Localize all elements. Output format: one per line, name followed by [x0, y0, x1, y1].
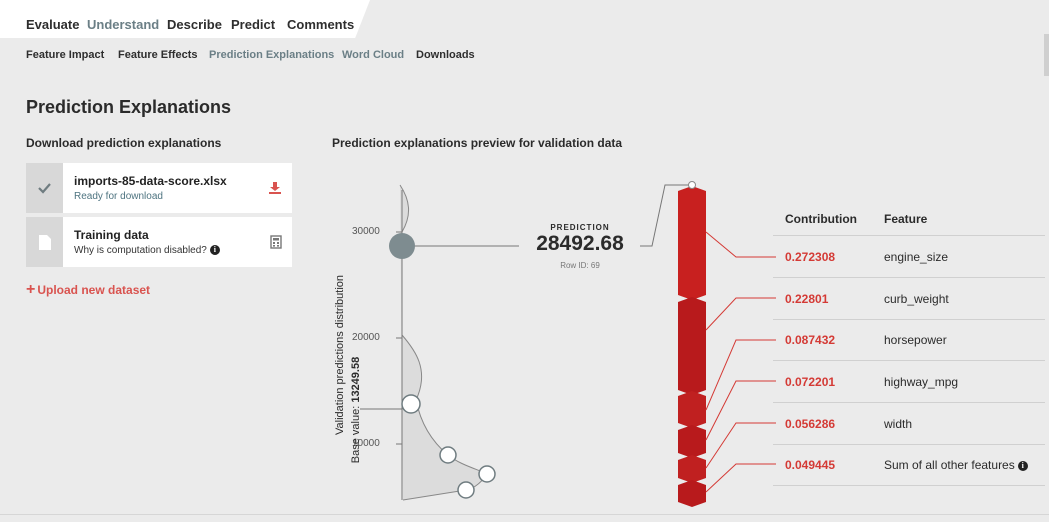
check-icon — [38, 183, 51, 194]
contribution-value: 0.056286 — [785, 417, 836, 431]
table-divider — [773, 360, 1045, 361]
table-divider — [773, 402, 1045, 403]
contribution-segment-other — [678, 480, 706, 507]
info-icon[interactable]: i — [1017, 460, 1028, 471]
table-divider — [773, 277, 1045, 278]
base-value: Base value: 13249.58 — [350, 357, 362, 463]
feature-header: Feature — [884, 212, 928, 226]
contribution-segment-engine-size — [678, 186, 706, 300]
contribution-value: 0.087432 — [785, 333, 836, 347]
table-divider — [773, 319, 1045, 320]
card-help-text: Why is computation disabled? i — [74, 245, 220, 256]
contribution-segment-width — [678, 455, 706, 483]
base-value-number: 13249.58 — [350, 356, 362, 403]
download-icon[interactable] — [268, 181, 282, 195]
page-title: Prediction Explanations — [26, 97, 232, 117]
document-icon — [39, 235, 51, 250]
upload-new-dataset-link[interactable]: + Upload new dataset — [26, 281, 150, 299]
card-title: Training data — [74, 228, 149, 242]
card-status: Ready for download — [74, 191, 163, 202]
feature-name-other: Sum of all other features i — [884, 458, 1028, 472]
top-tab-bar: Evaluate Understand Describe Predict Com… — [0, 0, 1049, 38]
download-heading: Download prediction explanations — [26, 136, 222, 150]
bottom-divider — [0, 514, 1049, 515]
prediction-value: 28492.68 — [536, 232, 624, 255]
info-icon[interactable]: i — [209, 245, 220, 256]
contribution-value: 0.049445 — [785, 458, 836, 472]
y-tick-label: 30000 — [352, 226, 380, 237]
y-axis-label: Validation predictions distribution — [334, 275, 346, 435]
preview-heading: Prediction explanations preview for vali… — [332, 136, 623, 150]
distribution-point — [457, 481, 475, 499]
y-axis-label-text: Validation predictions distribution — [334, 275, 346, 435]
plus-icon: + — [26, 281, 36, 298]
calculator-icon[interactable] — [270, 235, 282, 249]
prediction-to-bar-connector — [640, 184, 692, 247]
card-status-strip — [26, 163, 63, 213]
feature-name: Sum of all other features — [884, 458, 1015, 472]
contribution-value: 0.272308 — [785, 250, 836, 264]
subtab-feature-impact[interactable]: Feature Impact — [26, 49, 104, 61]
feature-name: curb_weight — [884, 292, 949, 306]
subtab-prediction-explanations[interactable]: Prediction Explanations — [209, 49, 334, 61]
contribution-value: 0.072201 — [785, 375, 836, 389]
contribution-segment-highway-mpg — [678, 425, 706, 458]
distribution-point — [401, 394, 421, 414]
distribution-point — [439, 446, 457, 464]
contribution-header: Contribution — [785, 212, 857, 226]
contribution-segment-curb-weight — [678, 297, 706, 395]
feature-name: engine_size — [884, 250, 949, 264]
tab-comments[interactable]: Comments — [287, 17, 354, 32]
distribution-point — [478, 465, 496, 483]
subtab-downloads[interactable]: Downloads — [416, 49, 475, 61]
subtab-word-cloud[interactable]: Word Cloud — [342, 49, 404, 61]
row-id: Row ID: 69 — [560, 261, 600, 270]
contribution-segment-horsepower — [678, 391, 706, 428]
feature-name: horsepower — [884, 333, 947, 347]
prediction-point — [389, 233, 415, 259]
tab-understand[interactable]: Understand — [87, 17, 159, 32]
bar-top-marker — [688, 181, 696, 189]
tab-evaluate[interactable]: Evaluate — [26, 17, 79, 32]
scrollbar-thumb[interactable] — [1044, 34, 1049, 76]
subtab-feature-effects[interactable]: Feature Effects — [118, 49, 197, 61]
card-status-strip — [26, 217, 63, 267]
feature-name: highway_mpg — [884, 375, 959, 389]
tab-predict[interactable]: Predict — [231, 17, 275, 32]
table-divider — [773, 485, 1045, 486]
download-card-training[interactable]: Training data Why is computation disable… — [26, 217, 292, 267]
prediction-label: PREDICTION — [550, 223, 610, 232]
download-card-scored[interactable]: imports-85-data-score.xlsx Ready for dow… — [26, 163, 292, 213]
tab-describe[interactable]: Describe — [167, 17, 222, 32]
help-text: Why is computation disabled? — [74, 245, 207, 256]
card-title: imports-85-data-score.xlsx — [74, 174, 227, 188]
contribution-value: 0.22801 — [785, 292, 829, 306]
contribution-leader-lines — [705, 231, 776, 493]
table-divider — [773, 444, 1045, 445]
y-tick-label: 20000 — [352, 332, 380, 343]
table-divider — [773, 235, 1045, 236]
distribution-outline — [399, 184, 488, 501]
feature-name: width — [884, 417, 913, 431]
base-value-label: Base value: — [350, 405, 362, 464]
upload-label: Upload new dataset — [37, 283, 151, 297]
distribution-area — [400, 185, 487, 500]
